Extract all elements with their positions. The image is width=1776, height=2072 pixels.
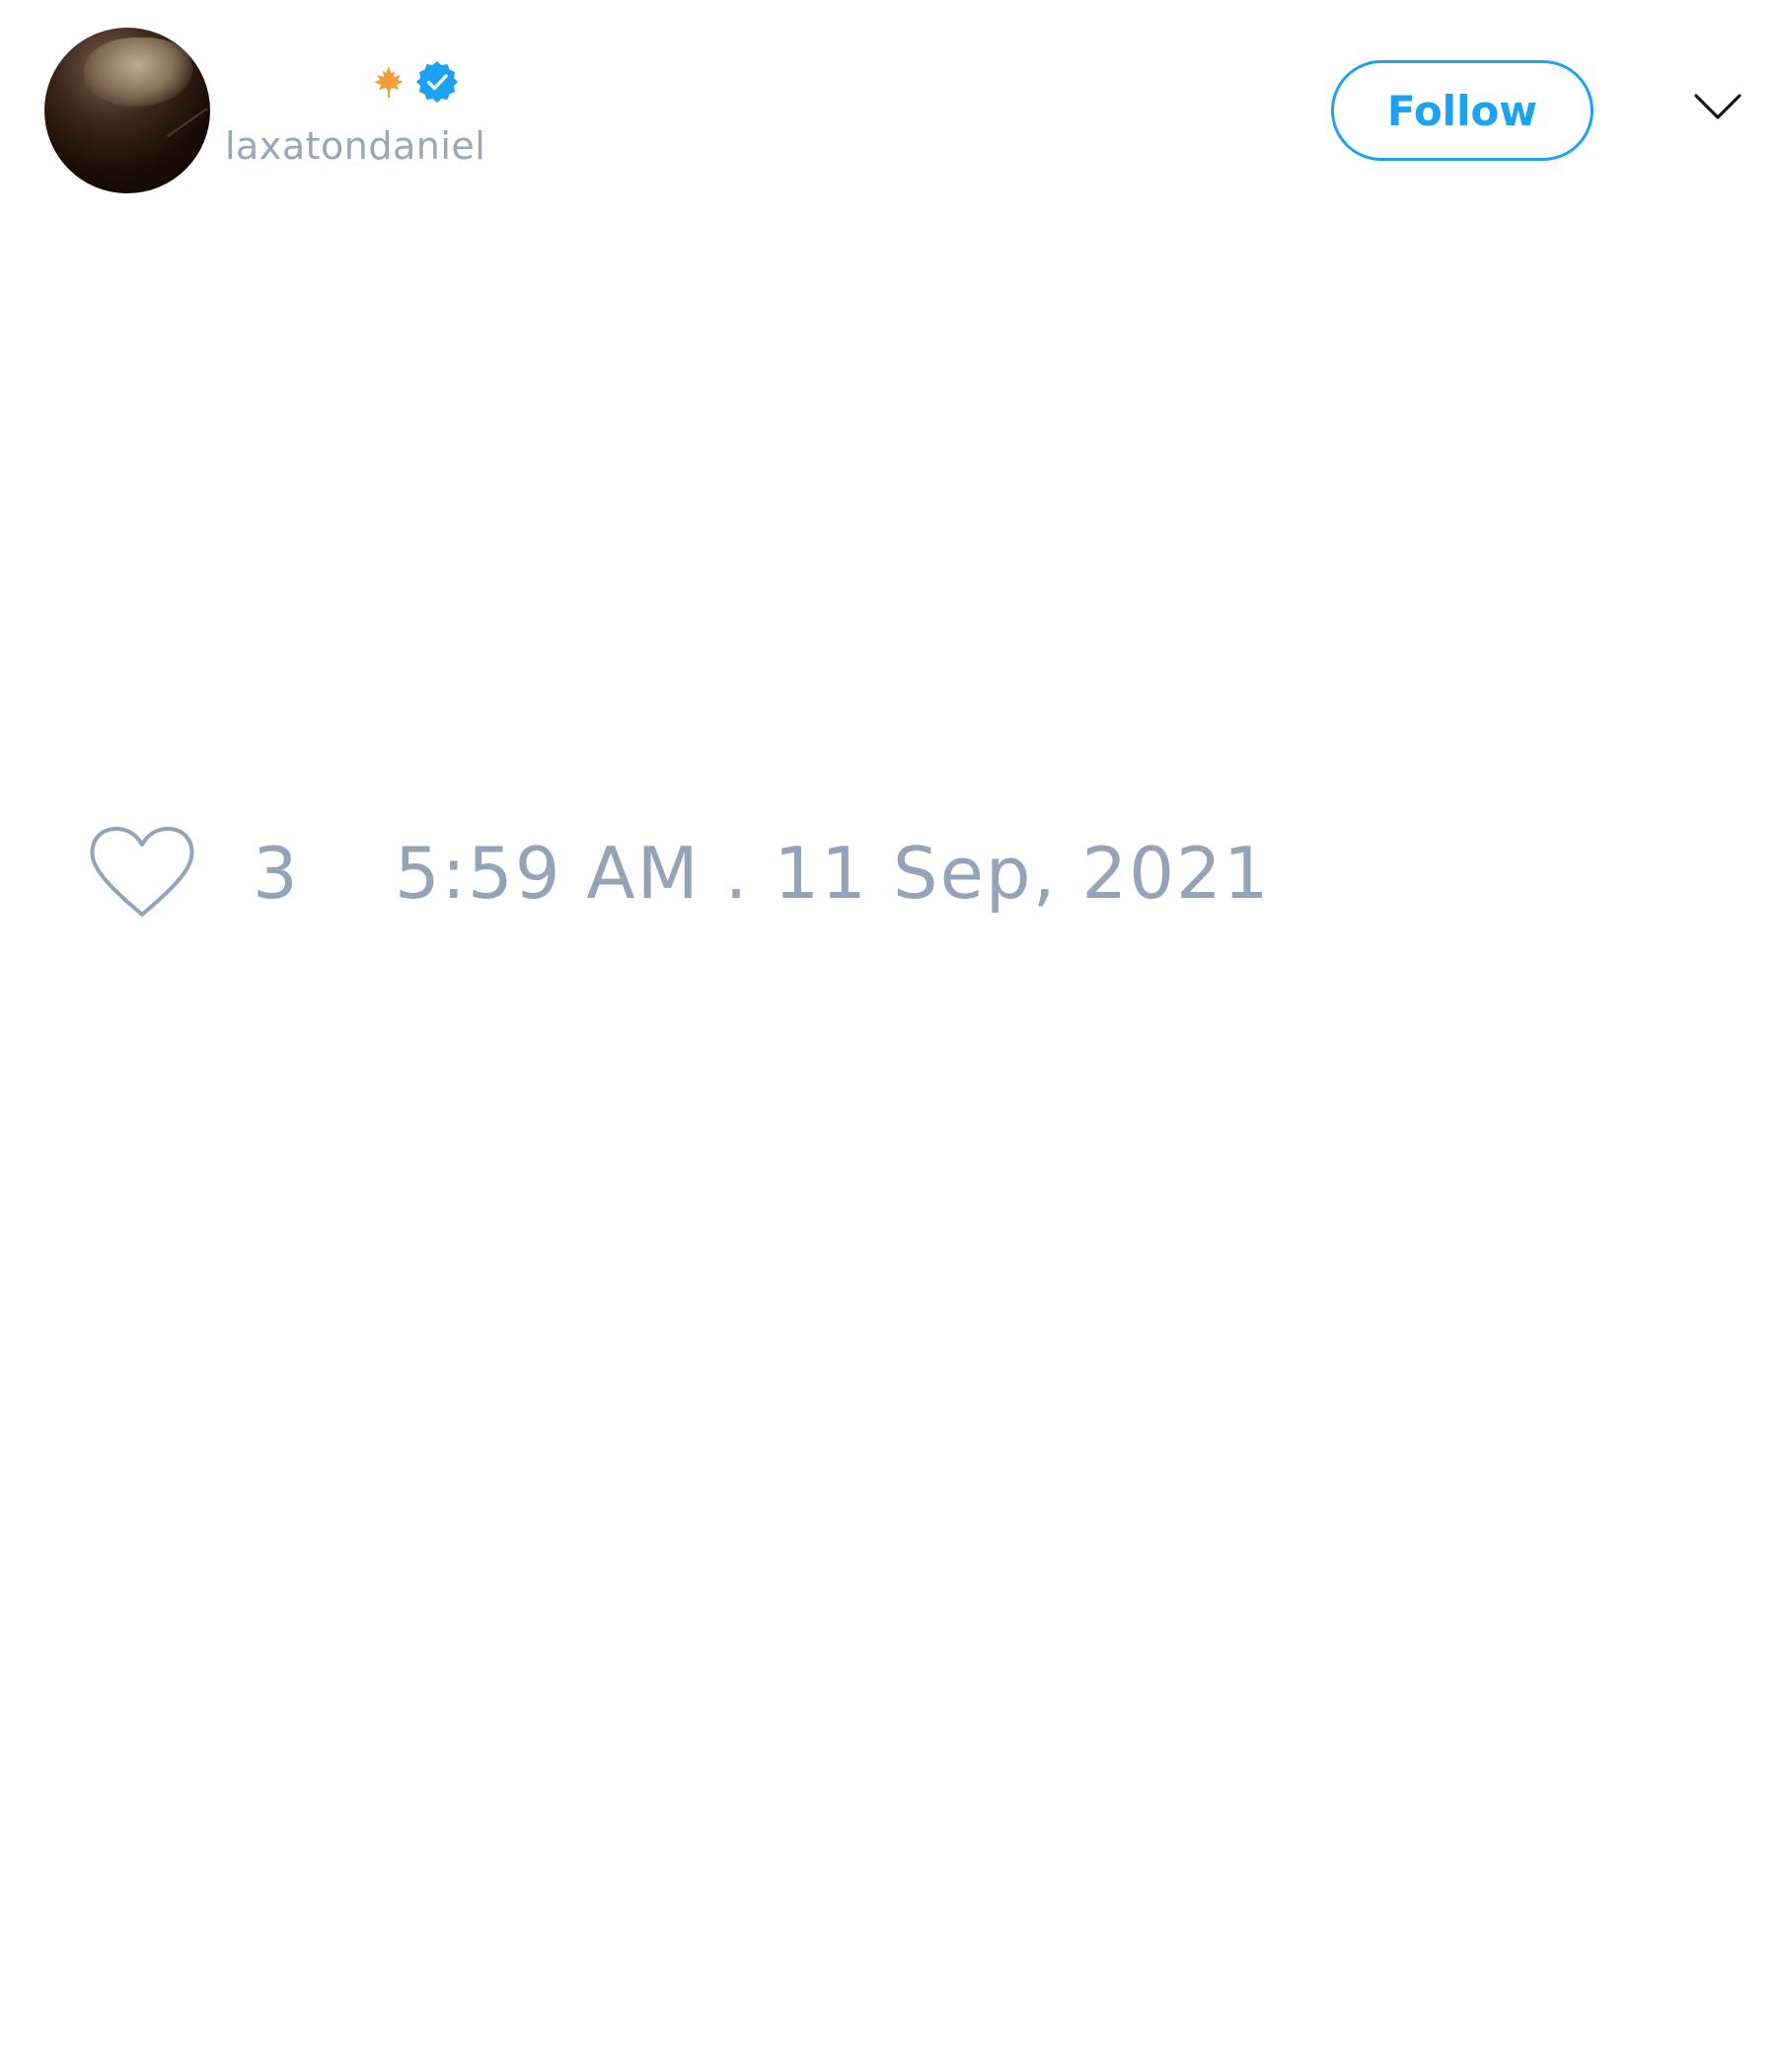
verified-badge-icon (416, 61, 458, 103)
chevron-down-icon[interactable] (1693, 91, 1742, 124)
heart-icon[interactable] (89, 826, 195, 921)
avatar[interactable] (44, 28, 210, 193)
author-handle[interactable]: laxatondaniel (225, 124, 485, 168)
tweet-timestamp[interactable]: 5:59 AM . 11 Sep, 2021 (395, 832, 1271, 915)
display-name-row[interactable] (373, 57, 460, 107)
avatar-photo-detail (166, 107, 209, 138)
follow-button[interactable]: Follow (1331, 60, 1593, 161)
tweet-actions: 3 5:59 AM . 11 Sep, 2021 (89, 819, 1271, 927)
like-count: 3 (253, 832, 298, 915)
avatar-photo-highlight (84, 37, 192, 107)
maple-leaf-icon (374, 66, 404, 98)
